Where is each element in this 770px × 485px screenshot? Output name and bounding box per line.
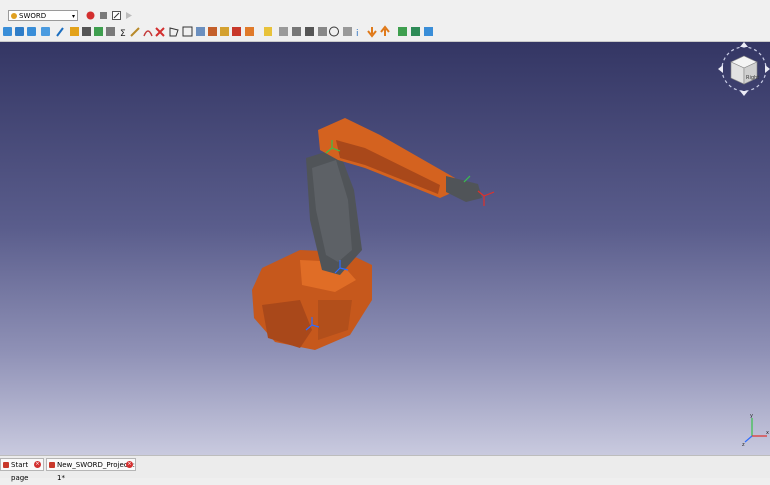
freecad-icon [49,462,55,468]
svg-text:y: y [750,413,753,419]
record-icon[interactable] [86,11,95,20]
tool-icons[interactable]: Σ i [0,24,770,41]
document-tabbar: Start page × New_SWORD_Project : 1* × [0,455,770,482]
close-icon[interactable]: × [126,461,133,468]
workbench-selector[interactable]: SWORD ▾ [8,10,78,21]
tab-label: New_SWORD_Project : 1* [57,461,135,482]
svg-text:i: i [356,29,359,39]
play-icon[interactable] [124,11,133,20]
robot-base [252,250,372,350]
macro-edit-icon[interactable] [112,11,121,20]
main-toolbar: SWORD ▾ [0,0,770,24]
workbench-icon [11,13,17,19]
tools-toolbar: Σ i [0,24,770,42]
tab-label: Start page [11,461,29,482]
tab-start-page[interactable]: Start page × [0,458,44,482]
axis-indicator: y x z [742,413,769,448]
3d-viewport[interactable]: Right y x z [0,42,770,455]
workbench-label: SWORD [19,12,47,20]
tab-project[interactable]: New_SWORD_Project : 1* × [46,458,136,482]
robot-model[interactable]: Right y x z [0,42,770,455]
freecad-icon [3,462,9,468]
svg-text:x: x [766,430,769,436]
view-icons: Σ i [3,25,433,39]
stop-icon[interactable] [99,11,108,20]
close-icon[interactable]: × [34,461,41,468]
navigation-cube: Right [718,42,770,96]
svg-text:z: z [742,442,745,448]
navcube-label: Right [746,75,759,81]
chevron-down-icon: ▾ [71,13,75,20]
svg-text:Σ: Σ [120,29,126,39]
